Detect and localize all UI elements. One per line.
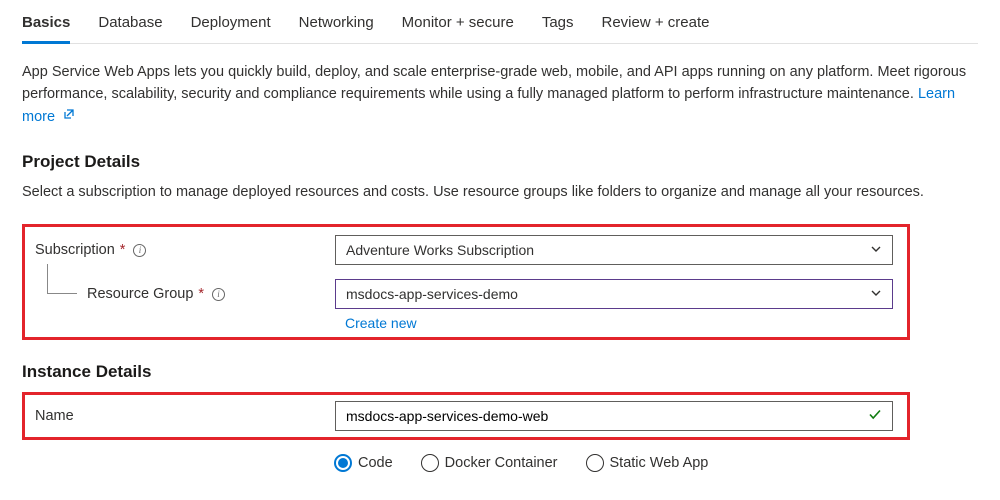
info-icon[interactable]: i — [133, 244, 146, 257]
subscription-dropdown[interactable]: Adventure Works Subscription — [335, 235, 893, 265]
name-input[interactable] — [335, 401, 893, 431]
resource-group-dropdown[interactable]: msdocs-app-services-demo — [335, 279, 893, 309]
checkmark-icon — [868, 408, 882, 425]
subscription-label: Subscription * i — [35, 242, 335, 258]
chevron-down-icon — [870, 242, 882, 258]
intro-body: App Service Web Apps lets you quickly bu… — [22, 64, 966, 102]
radio-checked-icon — [334, 454, 352, 472]
create-new-link[interactable]: Create new — [345, 315, 417, 331]
name-label: Name — [35, 408, 335, 424]
resource-group-label: Resource Group * i — [35, 286, 335, 302]
project-details-title: Project Details — [22, 152, 978, 172]
radio-static-web-app[interactable]: Static Web App — [586, 454, 709, 472]
tab-monitor-secure[interactable]: Monitor + secure — [402, 14, 514, 44]
tab-networking[interactable]: Networking — [299, 14, 374, 44]
tab-bar: Basics Database Deployment Networking Mo… — [22, 0, 978, 44]
project-details-highlight: Subscription * i Adventure Works Subscri… — [22, 224, 910, 340]
required-indicator: * — [198, 286, 204, 302]
tree-indent-line — [47, 264, 77, 294]
tab-deployment[interactable]: Deployment — [191, 14, 271, 44]
subscription-value: Adventure Works Subscription — [346, 242, 534, 258]
tab-basics[interactable]: Basics — [22, 14, 70, 44]
name-input-field[interactable] — [346, 408, 862, 424]
tab-tags[interactable]: Tags — [542, 14, 574, 44]
info-icon[interactable]: i — [212, 288, 225, 301]
external-link-icon — [63, 106, 75, 128]
radio-unchecked-icon — [421, 454, 439, 472]
radio-unchecked-icon — [586, 454, 604, 472]
project-details-desc: Select a subscription to manage deployed… — [22, 182, 978, 204]
radio-docker-container[interactable]: Docker Container — [421, 454, 558, 472]
required-indicator: * — [120, 242, 126, 258]
radio-code[interactable]: Code — [334, 454, 393, 472]
tab-review-create[interactable]: Review + create — [602, 14, 710, 44]
publish-radio-group: Code Docker Container Static Web App — [334, 454, 978, 472]
chevron-down-icon — [870, 286, 882, 302]
intro-text: App Service Web Apps lets you quickly bu… — [22, 62, 978, 128]
instance-name-highlight: Name — [22, 392, 910, 440]
instance-details-title: Instance Details — [22, 362, 978, 382]
resource-group-value: msdocs-app-services-demo — [346, 286, 518, 302]
tab-database[interactable]: Database — [98, 14, 162, 44]
